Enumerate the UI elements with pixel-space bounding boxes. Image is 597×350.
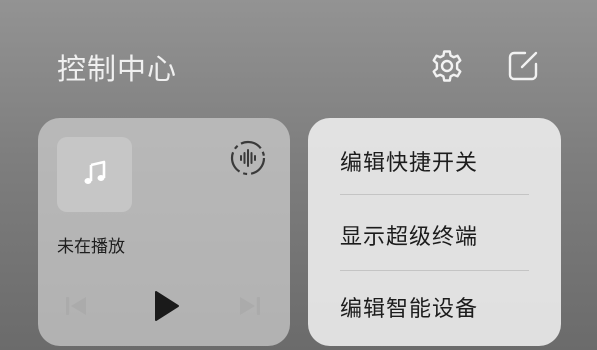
next-icon bbox=[236, 294, 264, 322]
page-title: 控制中心 bbox=[57, 52, 178, 86]
gear-icon bbox=[429, 48, 465, 88]
audio-output-icon bbox=[230, 140, 266, 180]
edit-square-icon bbox=[505, 48, 541, 88]
music-note-icon bbox=[80, 158, 110, 192]
audio-output-button[interactable] bbox=[229, 140, 267, 180]
media-player-card[interactable]: 未在播放 bbox=[38, 118, 290, 346]
edit-button[interactable] bbox=[504, 49, 542, 87]
menu-item-show-super-terminal[interactable]: 显示超级终端 bbox=[340, 197, 530, 273]
album-art bbox=[57, 137, 132, 212]
menu-divider bbox=[340, 194, 529, 195]
play-button[interactable] bbox=[147, 288, 185, 328]
settings-button[interactable] bbox=[428, 49, 466, 87]
previous-track-button[interactable] bbox=[60, 288, 92, 328]
next-track-button[interactable] bbox=[234, 288, 266, 328]
playback-status: 未在播放 bbox=[57, 237, 125, 257]
play-icon bbox=[151, 289, 181, 327]
menu-item-edit-quick-toggles[interactable]: 编辑快捷开关 bbox=[340, 123, 530, 199]
context-menu: 编辑快捷开关 显示超级终端 编辑智能设备 bbox=[308, 118, 561, 346]
previous-icon bbox=[62, 294, 90, 322]
menu-item-edit-smart-devices[interactable]: 编辑智能设备 bbox=[340, 269, 530, 345]
